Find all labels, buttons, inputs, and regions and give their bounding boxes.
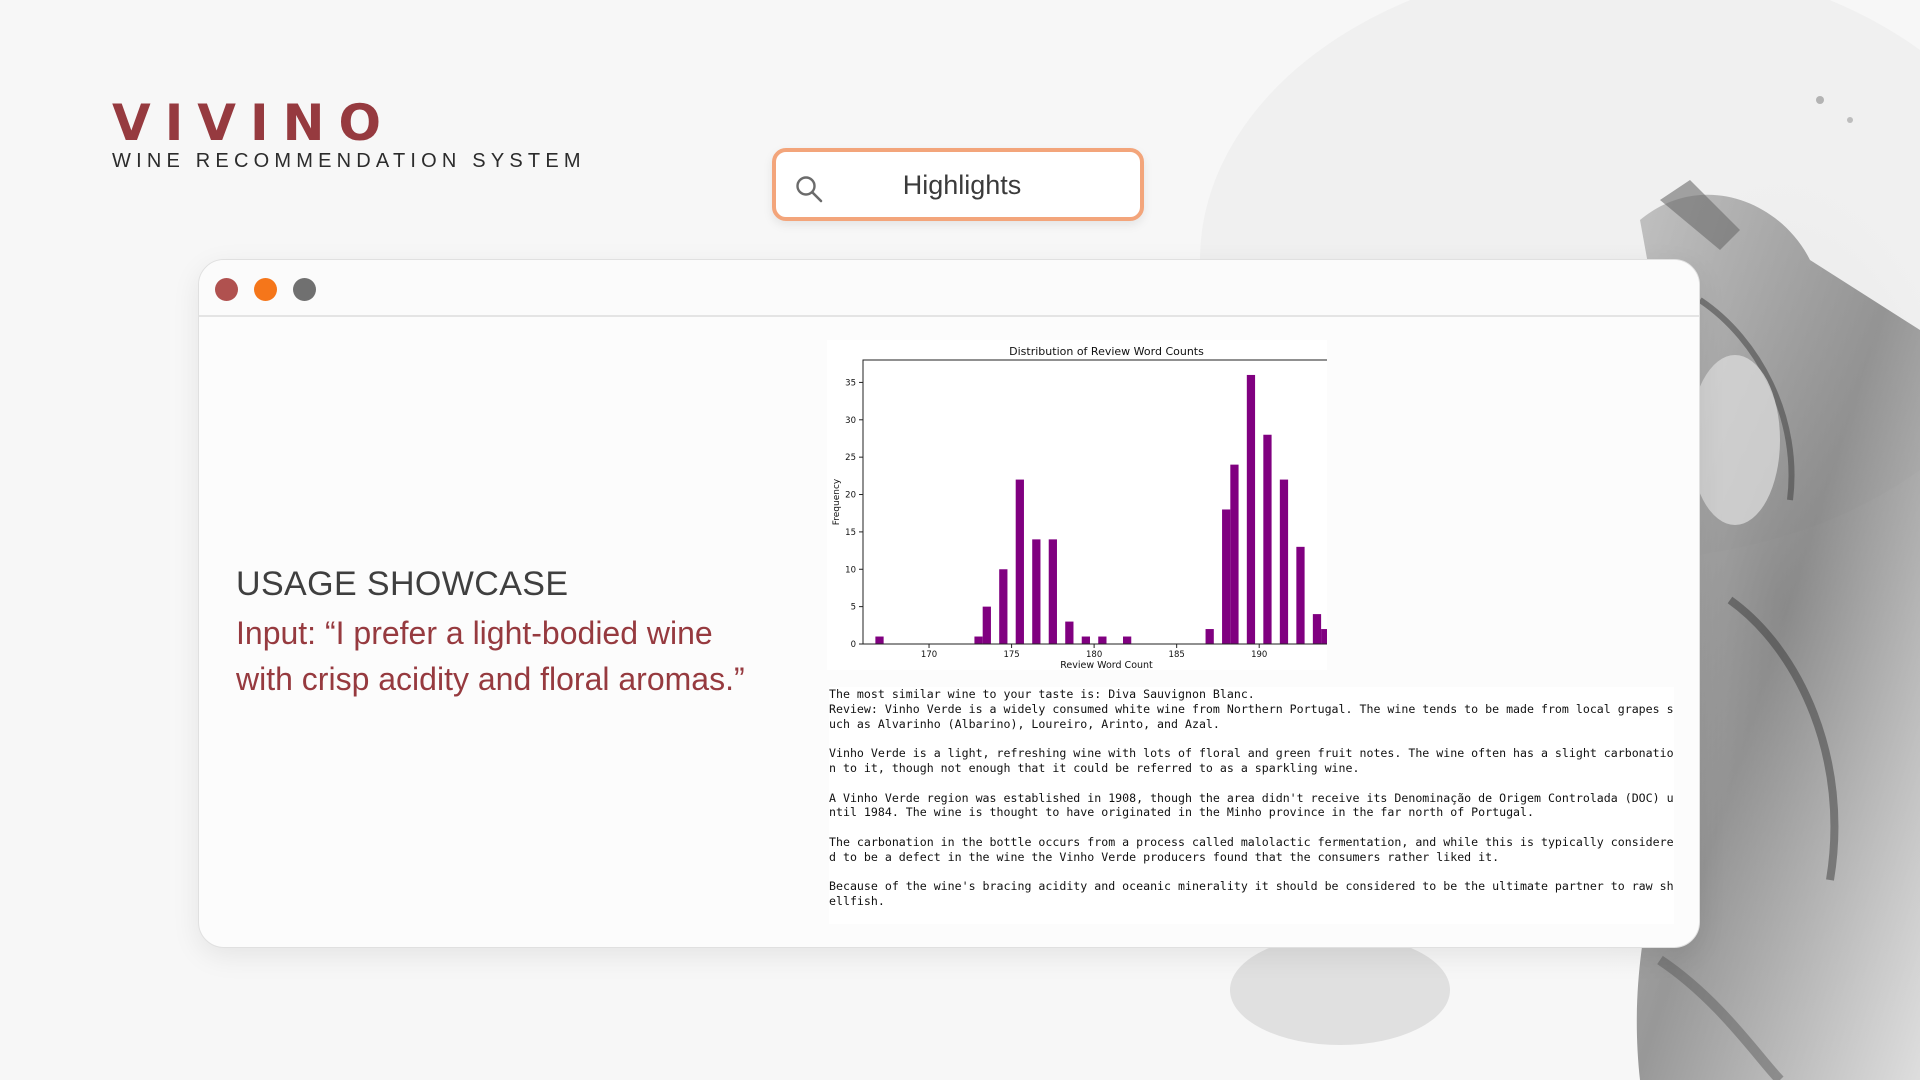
x-tick-label: 190 bbox=[1251, 650, 1267, 660]
showcase-input-line-2: with crisp acidity and floral aromas.” bbox=[236, 661, 745, 697]
window-titlebar bbox=[199, 260, 1699, 317]
output-paragraph: The most similar wine to your taste is: … bbox=[829, 687, 1674, 731]
showcase-heading: USAGE SHOWCASE bbox=[236, 565, 569, 603]
chart-frame bbox=[862, 359, 1327, 645]
y-tick-label: 15 bbox=[845, 528, 856, 538]
y-tick-label: 0 bbox=[851, 640, 856, 650]
chart-bar bbox=[1222, 509, 1231, 644]
output-paragraph: Vinho Verde is a light, refreshing wine … bbox=[829, 746, 1674, 775]
x-tick-label: 170 bbox=[921, 650, 937, 660]
window-maximize-button[interactable] bbox=[293, 278, 316, 301]
chart-bar bbox=[1205, 629, 1214, 644]
chart-bar bbox=[999, 569, 1008, 644]
y-tick-label: 20 bbox=[845, 491, 856, 501]
chart-bar bbox=[875, 636, 884, 644]
output-paragraph: A Vinho Verde region was established in … bbox=[829, 790, 1674, 820]
chart-bar bbox=[1263, 434, 1272, 644]
y-tick-label: 30 bbox=[845, 416, 856, 426]
chart-bar bbox=[1081, 636, 1090, 644]
brand-title: VIVINO bbox=[112, 94, 395, 152]
window-close-button[interactable] bbox=[215, 278, 238, 301]
browser-window: USAGE SHOWCASE Input: “I prefer a light-… bbox=[198, 259, 1700, 948]
y-tick-label: 35 bbox=[845, 378, 856, 388]
chart-bar bbox=[1032, 539, 1041, 644]
window-minimize-button[interactable] bbox=[254, 278, 277, 301]
output-paragraph: The carbonation in the bottle occurs fro… bbox=[829, 834, 1674, 864]
chart-bar bbox=[1246, 374, 1256, 644]
x-tick-label: 175 bbox=[1003, 650, 1019, 660]
showcase-input: Input: “I prefer a light-bodied wine wit… bbox=[236, 610, 836, 702]
x-axis-label: Review Word Count bbox=[1060, 660, 1153, 670]
chart-bar bbox=[1015, 479, 1024, 644]
showcase-input-line-1: Input: “I prefer a light-bodied wine bbox=[236, 615, 713, 651]
chart-bar bbox=[1065, 621, 1074, 644]
brand-subtitle: WINE RECOMMENDATION SYSTEM bbox=[112, 150, 586, 172]
chart-bar bbox=[1098, 636, 1107, 644]
word-count-chart: Distribution of Review Word Counts 170 175… bbox=[827, 340, 1327, 670]
chart-bar bbox=[1048, 539, 1057, 644]
brand-logo: VIVINO WINE RECOMMENDATION SYSTEM bbox=[112, 96, 586, 173]
x-tick-label: 180 bbox=[1086, 650, 1102, 660]
chart-bar bbox=[982, 606, 991, 644]
y-tick-label: 10 bbox=[845, 565, 856, 575]
chart-bar bbox=[1296, 546, 1305, 644]
output-paragraph: Because of the wine's bracing acidity an… bbox=[829, 879, 1674, 909]
x-tick-label: 185 bbox=[1169, 650, 1185, 660]
y-tick-label: 5 bbox=[851, 603, 856, 613]
chart-bar bbox=[1279, 479, 1289, 644]
chart-bar bbox=[1230, 464, 1239, 644]
recommendation-output: The most similar wine to your taste is: … bbox=[829, 687, 1674, 924]
chart-title: Distribution of Review Word Counts bbox=[1009, 345, 1204, 358]
search-label: Highlights bbox=[902, 170, 1022, 200]
search-box[interactable]: Highlights bbox=[772, 148, 1144, 221]
y-tick-label: 25 bbox=[845, 453, 856, 463]
chart-bar bbox=[974, 636, 983, 644]
usage-showcase: USAGE SHOWCASE Input: “I prefer a light-… bbox=[236, 565, 836, 702]
chart-svg: Distribution of Review Word Counts 170 175… bbox=[832, 345, 1327, 670]
y-axis-label: Frequency bbox=[832, 478, 842, 525]
chart-bar bbox=[1123, 636, 1132, 644]
chart-bar bbox=[1321, 629, 1327, 644]
chart-bar bbox=[1312, 614, 1322, 644]
